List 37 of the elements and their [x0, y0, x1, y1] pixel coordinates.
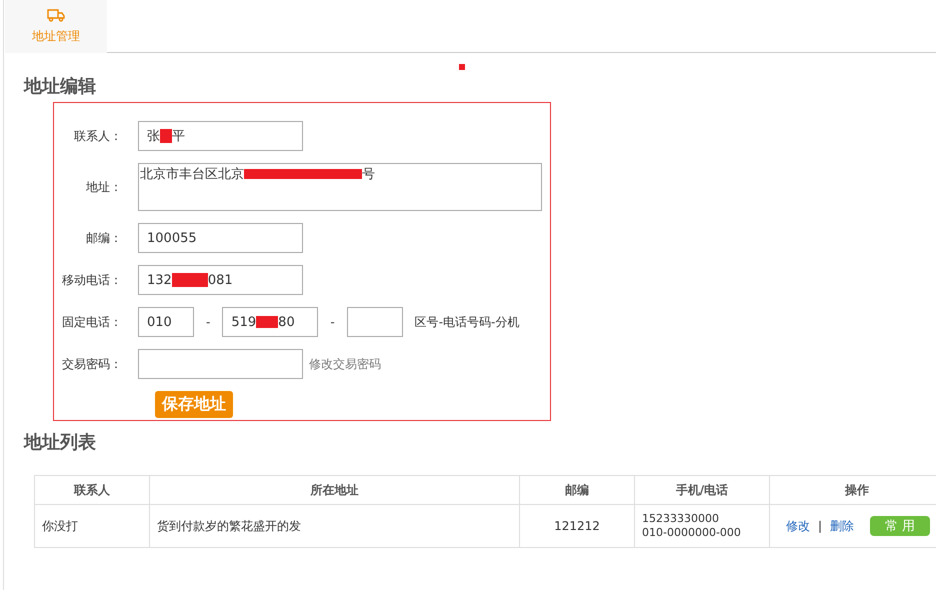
- column-header: 手机/电话: [635, 476, 770, 505]
- column-header: 联系人: [35, 476, 150, 505]
- redaction-mark: [172, 273, 208, 287]
- field-label: 联系人：: [73, 128, 122, 144]
- field-label: 交易密码：: [61, 356, 122, 372]
- column-header: 操作: [770, 476, 936, 505]
- field-label: 移动电话：: [61, 272, 122, 288]
- field-label: 固定电话：: [61, 314, 122, 330]
- delete-link[interactable]: 删除: [830, 518, 854, 534]
- edit-link[interactable]: 修改: [786, 518, 810, 534]
- table-cell: 15233330000 010-0000000-000: [635, 505, 770, 548]
- table-cell: 你没打: [35, 505, 150, 548]
- column-header: 所在地址: [150, 476, 520, 505]
- extension-field[interactable]: [346, 307, 403, 337]
- section-title: 地址列表: [24, 431, 96, 455]
- phone-number-field[interactable]: 519 80: [222, 307, 318, 337]
- table-cell: 121212: [520, 505, 635, 548]
- area-code-field[interactable]: 010: [138, 307, 194, 337]
- input-field[interactable]: 张 平: [138, 121, 303, 151]
- field-label: 邮编：: [85, 230, 122, 246]
- section-title: 地址编辑: [24, 75, 96, 99]
- input-field[interactable]: 132 081: [138, 265, 303, 295]
- change-password-link[interactable]: 修改交易密码: [309, 356, 381, 372]
- format-hint: 区号-电话号码-分机: [414, 314, 520, 330]
- address-textarea[interactable]: 北京市丰台区北京 号: [138, 163, 542, 211]
- divider-text: |: [818, 519, 822, 533]
- redaction-mark: [160, 129, 172, 143]
- separator-text: -: [330, 315, 335, 329]
- truck-icon: [47, 8, 65, 22]
- separator-text: -: [206, 315, 210, 329]
- table-cell: 货到付款岁的繁花盛开的发: [150, 505, 520, 548]
- input-field[interactable]: 100055: [138, 223, 303, 253]
- password-field[interactable]: [138, 349, 303, 379]
- redaction-mark: [256, 316, 278, 328]
- field-label: 地址：: [85, 178, 122, 196]
- redaction-mark: [459, 64, 465, 70]
- column-header: 邮编: [520, 476, 635, 505]
